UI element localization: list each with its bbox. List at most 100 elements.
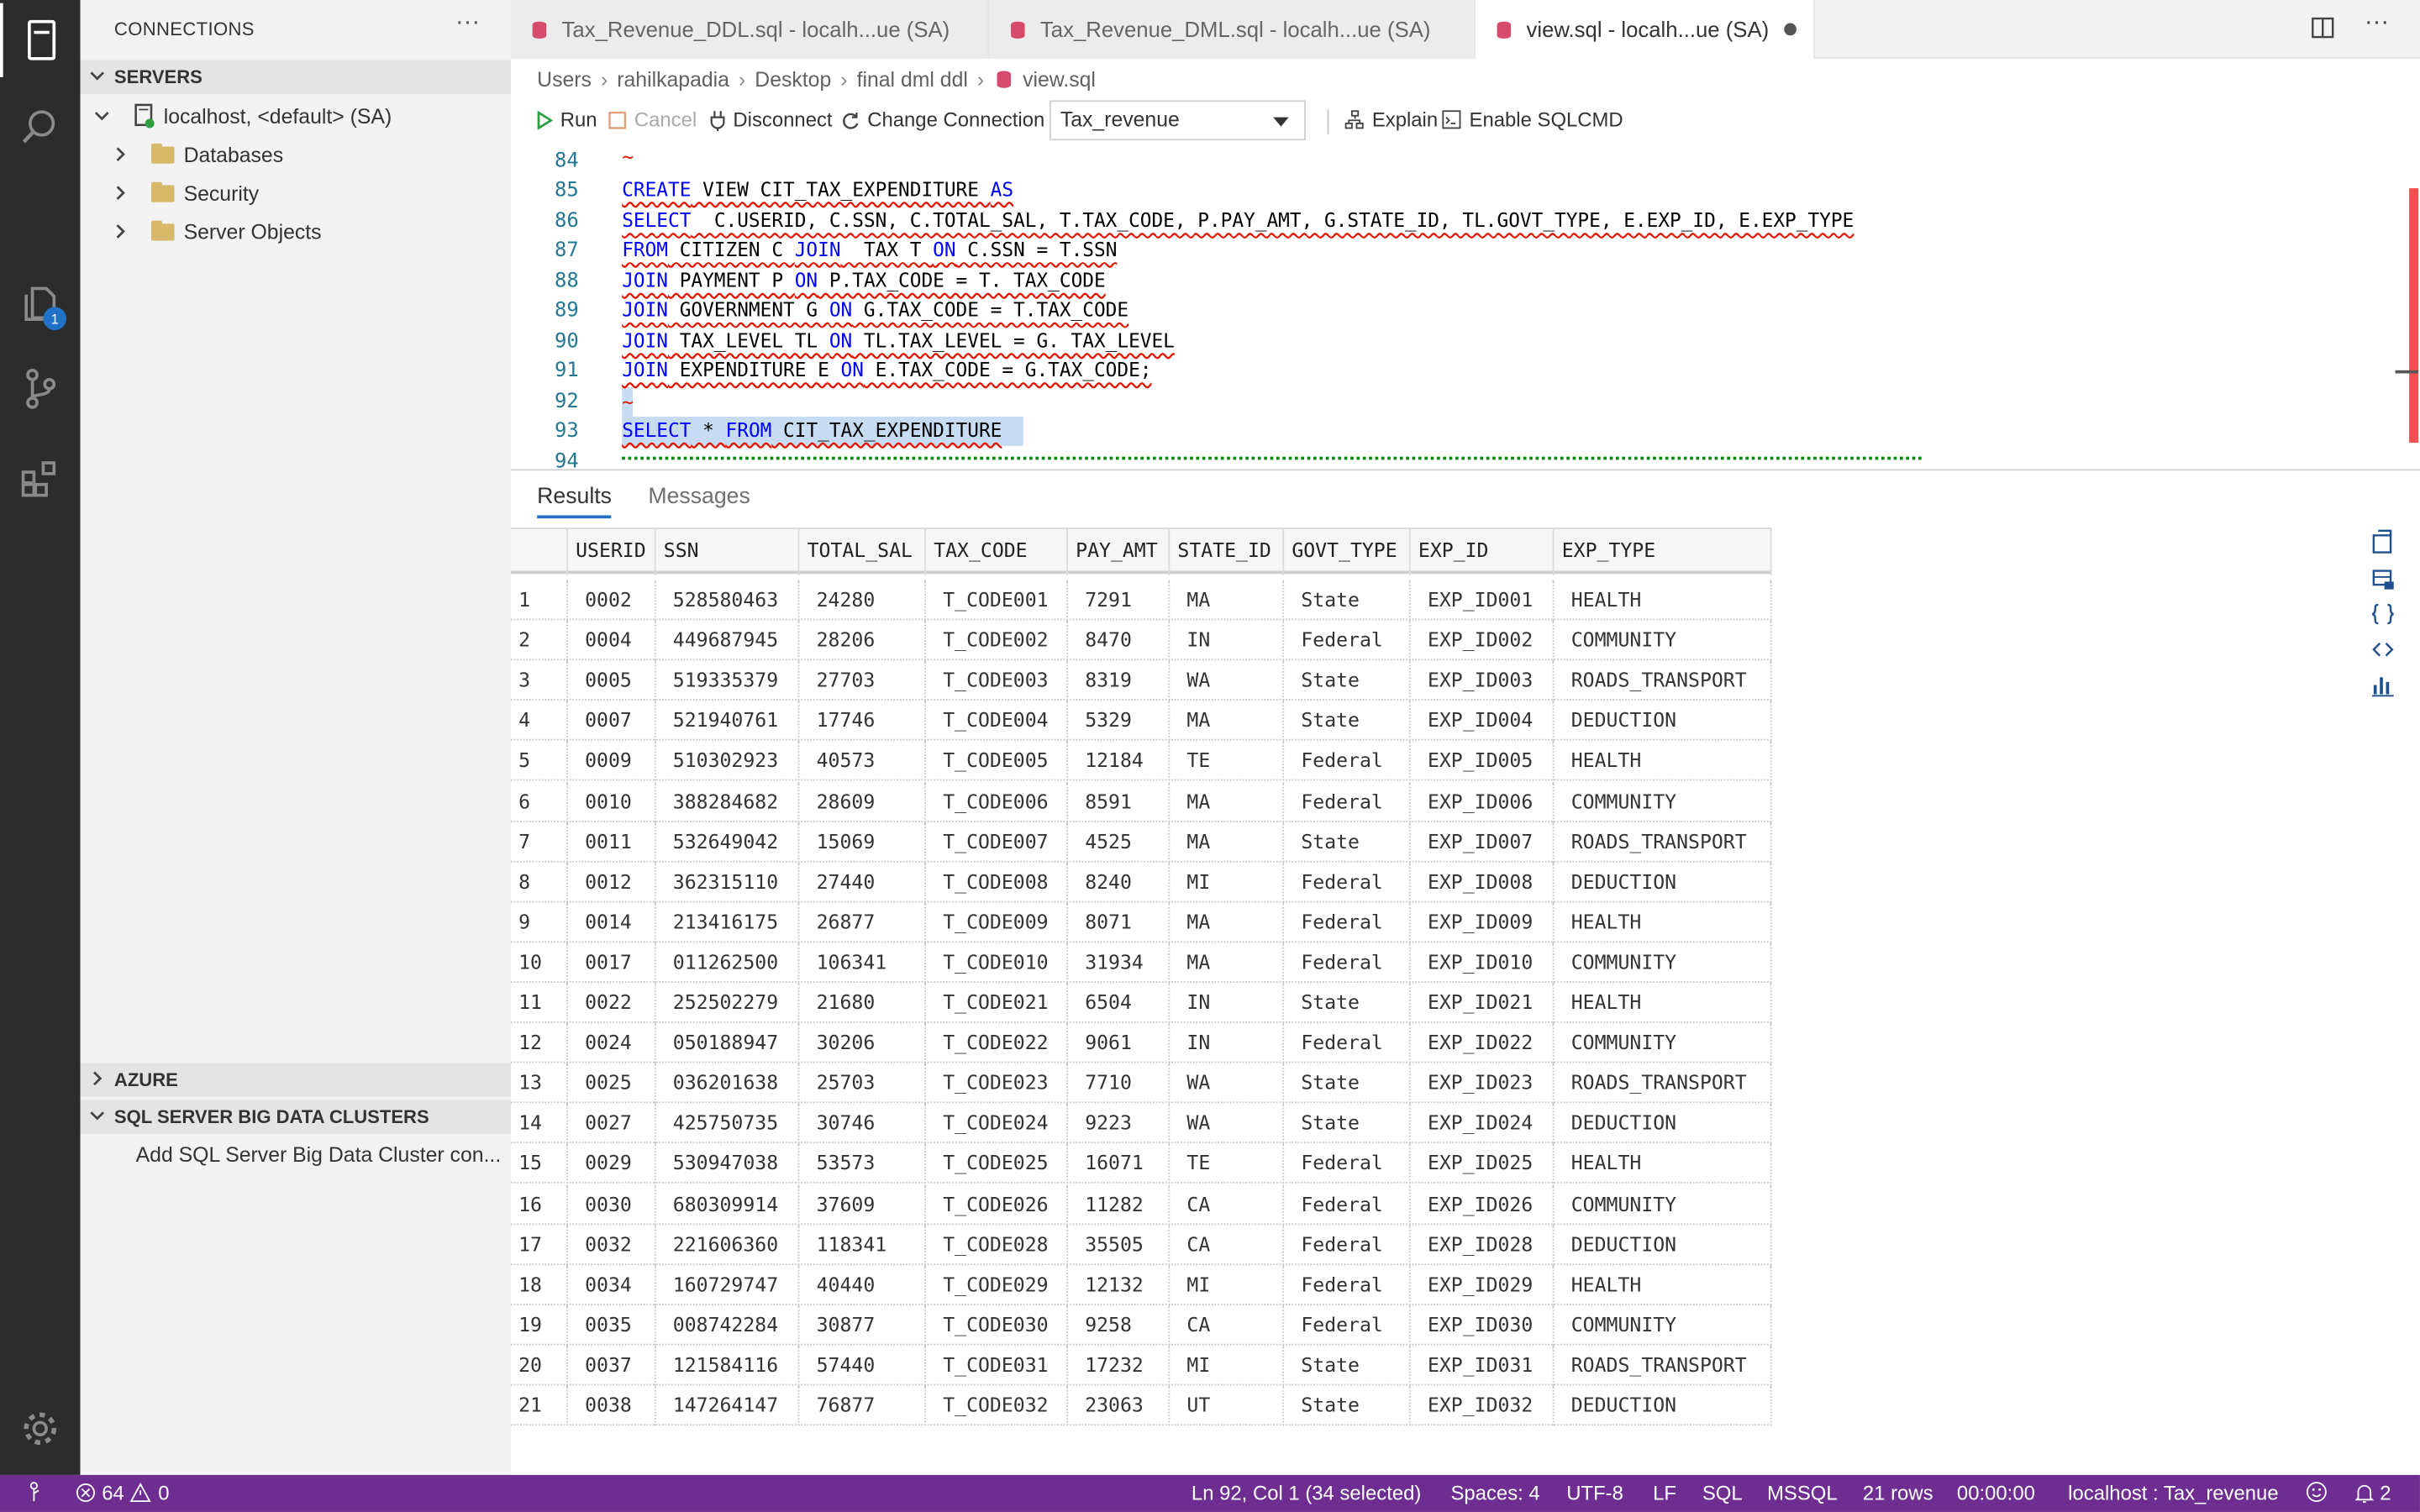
table-cell[interactable]: 519335379 bbox=[656, 660, 800, 701]
table-cell[interactable]: EXP_ID025 bbox=[1411, 1143, 1555, 1184]
table-cell[interactable]: TE bbox=[1170, 1143, 1285, 1184]
table-cell[interactable]: 0017 bbox=[568, 942, 656, 983]
breadcrumb-item[interactable]: Users bbox=[537, 67, 592, 91]
overview-ruler-errors[interactable] bbox=[2409, 188, 2419, 444]
table-cell[interactable]: 121584116 bbox=[656, 1345, 800, 1386]
enable-sqlcmd-button[interactable]: Enable SQLCMD bbox=[1441, 108, 1623, 131]
row-number[interactable]: 8 bbox=[511, 862, 568, 902]
column-header[interactable]: EXP_TYPE bbox=[1555, 528, 1772, 576]
save-as-json-icon[interactable] bbox=[2369, 601, 2396, 626]
table-row[interactable]: 1 0002 528580463 24280 T_CODE001 7291 MA State E… bbox=[510, 580, 1772, 621]
row-number[interactable]: 15 bbox=[511, 1143, 568, 1184]
table-cell[interactable]: Federal bbox=[1284, 1184, 1411, 1225]
table-cell[interactable]: HEALTH bbox=[1555, 1143, 1772, 1184]
table-cell[interactable]: 30206 bbox=[799, 1022, 927, 1063]
table-cell[interactable]: 40440 bbox=[799, 1264, 927, 1305]
table-cell[interactable]: T_CODE003 bbox=[926, 660, 1068, 701]
table-cell[interactable]: 036201638 bbox=[656, 1063, 800, 1104]
table-cell[interactable]: 530947038 bbox=[656, 1143, 800, 1184]
table-cell[interactable]: 0035 bbox=[568, 1305, 656, 1346]
table-cell[interactable]: MA bbox=[1170, 781, 1285, 822]
table-cell[interactable]: CA bbox=[1170, 1224, 1285, 1265]
servers-section-header[interactable]: SERVERS bbox=[80, 60, 511, 95]
table-cell[interactable]: 9223 bbox=[1068, 1103, 1171, 1144]
row-number[interactable]: 2 bbox=[511, 620, 568, 661]
server-objects-folder[interactable]: Server Objects bbox=[111, 214, 322, 248]
table-cell[interactable]: ROADS_TRANSPORT bbox=[1555, 1345, 1772, 1386]
table-row[interactable]: 12 0024 050188947 30206 T_CODE022 9061 IN Feder… bbox=[510, 1022, 1772, 1063]
table-cell[interactable]: ROADS_TRANSPORT bbox=[1555, 1063, 1772, 1104]
editor-results-splitter[interactable] bbox=[510, 469, 2420, 471]
table-cell[interactable]: 12132 bbox=[1068, 1264, 1171, 1305]
notifications-button[interactable]: 2 bbox=[2354, 1481, 2391, 1504]
table-cell[interactable]: 0030 bbox=[568, 1184, 656, 1225]
table-cell[interactable]: EXP_ID029 bbox=[1411, 1264, 1555, 1305]
tab-ddl[interactable]: Tax_Revenue_DDL.sql - localh...ue (SA) bbox=[510, 0, 990, 59]
table-row[interactable]: 3 0005 519335379 27703 T_CODE003 8319 WA State E… bbox=[510, 660, 1772, 701]
table-row[interactable]: 13 0025 036201638 25703 T_CODE023 7710 WA State… bbox=[510, 1063, 1772, 1104]
save-as-xml-icon[interactable] bbox=[2369, 638, 2396, 662]
search-icon[interactable] bbox=[0, 90, 81, 164]
table-cell[interactable]: State bbox=[1284, 982, 1411, 1023]
row-number[interactable]: 3 bbox=[511, 660, 568, 701]
table-cell[interactable]: EXP_ID005 bbox=[1411, 741, 1555, 782]
table-cell[interactable]: MI bbox=[1170, 862, 1285, 902]
table-cell[interactable]: 532649042 bbox=[656, 822, 800, 862]
table-cell[interactable]: T_CODE031 bbox=[926, 1345, 1068, 1386]
settings-gear-icon[interactable] bbox=[0, 1392, 81, 1466]
save-as-csv-icon[interactable] bbox=[2369, 529, 2396, 554]
table-cell[interactable]: 28609 bbox=[799, 781, 927, 822]
more-actions-icon[interactable]: ··· bbox=[2365, 9, 2389, 37]
table-cell[interactable]: 27440 bbox=[799, 862, 927, 902]
table-cell[interactable]: Federal bbox=[1284, 1143, 1411, 1184]
table-cell[interactable]: 26877 bbox=[799, 902, 927, 942]
table-cell[interactable]: State bbox=[1284, 1063, 1411, 1104]
table-cell[interactable]: CA bbox=[1170, 1184, 1285, 1225]
security-folder[interactable]: Security bbox=[111, 176, 259, 209]
table-cell[interactable]: 7291 bbox=[1068, 580, 1171, 621]
table-cell[interactable]: T_CODE007 bbox=[926, 822, 1068, 862]
table-cell[interactable]: T_CODE032 bbox=[926, 1385, 1068, 1426]
breadcrumb-item[interactable]: Desktop bbox=[755, 67, 831, 91]
table-cell[interactable]: 008742284 bbox=[656, 1305, 800, 1346]
table-cell[interactable]: ROADS_TRANSPORT bbox=[1555, 822, 1772, 862]
table-cell[interactable]: State bbox=[1284, 822, 1411, 862]
table-cell[interactable]: 30746 bbox=[799, 1103, 927, 1144]
table-cell[interactable]: 27703 bbox=[799, 660, 927, 701]
row-number[interactable]: 19 bbox=[511, 1305, 568, 1346]
table-row[interactable]: 5 0009 510302923 40573 T_CODE005 12184 TE Feder… bbox=[510, 741, 1772, 782]
table-cell[interactable]: MA bbox=[1170, 580, 1285, 621]
table-cell[interactable]: 425750735 bbox=[656, 1103, 800, 1144]
table-cell[interactable]: 16071 bbox=[1068, 1143, 1171, 1184]
table-cell[interactable]: WA bbox=[1170, 660, 1285, 701]
table-cell[interactable]: 0034 bbox=[568, 1264, 656, 1305]
table-cell[interactable]: MA bbox=[1170, 701, 1285, 742]
table-cell[interactable]: 76877 bbox=[799, 1385, 927, 1426]
table-cell[interactable]: COMMUNITY bbox=[1555, 620, 1772, 661]
table-cell[interactable]: HEALTH bbox=[1555, 741, 1772, 782]
table-cell[interactable]: 0037 bbox=[568, 1345, 656, 1386]
table-cell[interactable]: 17232 bbox=[1068, 1345, 1171, 1386]
table-cell[interactable]: 30877 bbox=[799, 1305, 927, 1346]
table-cell[interactable]: 0004 bbox=[568, 620, 656, 661]
column-header[interactable]: SSN bbox=[656, 528, 800, 576]
table-cell[interactable]: Federal bbox=[1284, 620, 1411, 661]
more-actions-icon[interactable]: ··· bbox=[455, 9, 480, 37]
table-cell[interactable]: 388284682 bbox=[656, 781, 800, 822]
table-cell[interactable]: Federal bbox=[1284, 1224, 1411, 1265]
table-cell[interactable]: Federal bbox=[1284, 1264, 1411, 1305]
table-cell[interactable]: EXP_ID031 bbox=[1411, 1345, 1555, 1386]
table-cell[interactable]: Federal bbox=[1284, 1022, 1411, 1063]
table-cell[interactable]: 21680 bbox=[799, 982, 927, 1023]
table-cell[interactable]: 0029 bbox=[568, 1143, 656, 1184]
table-cell[interactable]: 24280 bbox=[799, 580, 927, 621]
table-cell[interactable]: 0009 bbox=[568, 741, 656, 782]
table-cell[interactable]: EXP_ID007 bbox=[1411, 822, 1555, 862]
cursor-position[interactable]: Ln 92, Col 1 (34 selected) bbox=[1192, 1481, 1421, 1504]
row-number[interactable]: 13 bbox=[511, 1063, 568, 1104]
table-cell[interactable]: EXP_ID028 bbox=[1411, 1224, 1555, 1265]
azure-section-header[interactable]: AZURE bbox=[80, 1063, 511, 1097]
table-row[interactable]: 6 0010 388284682 28609 T_CODE006 8591 MA Federa… bbox=[510, 781, 1772, 822]
table-row[interactable]: 15 0029 530947038 53573 T_CODE025 16071 TE Fede… bbox=[510, 1143, 1772, 1184]
table-cell[interactable]: T_CODE030 bbox=[926, 1305, 1068, 1346]
